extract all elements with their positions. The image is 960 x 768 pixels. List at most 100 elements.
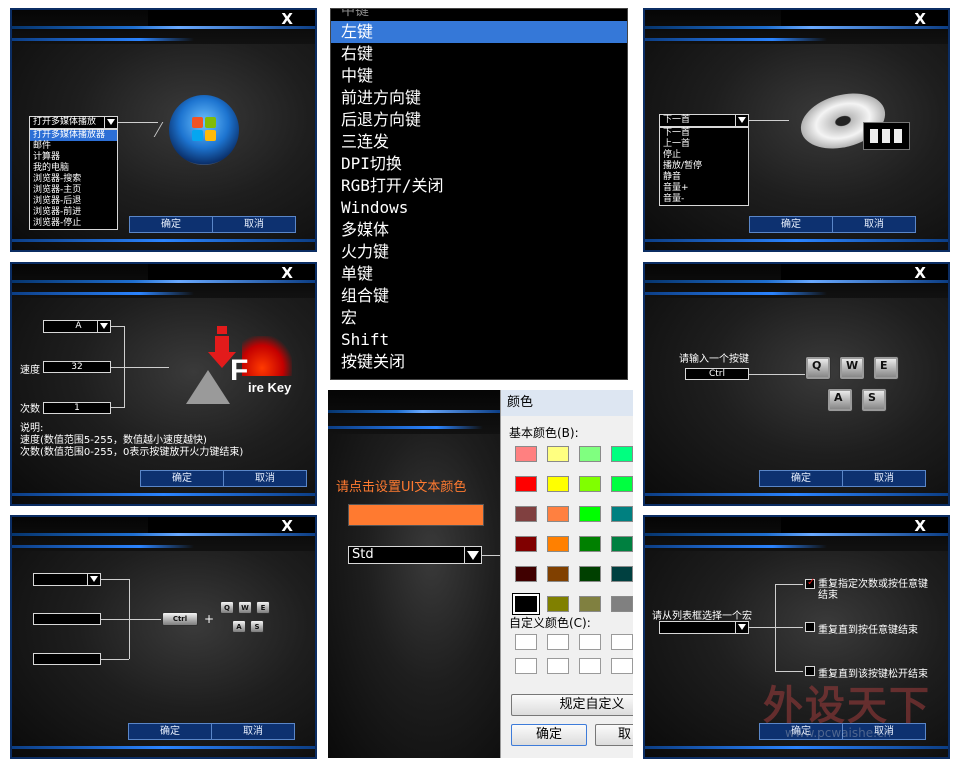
list-item[interactable]: 三连发 (331, 131, 627, 153)
chevron-down-icon[interactable] (738, 117, 746, 123)
basic-color-swatch[interactable] (579, 566, 601, 582)
basic-color-swatch[interactable] (515, 596, 537, 612)
dropdown-option[interactable]: 计算器 (30, 152, 117, 163)
combo-input-1[interactable] (33, 613, 101, 625)
fire-key-select[interactable]: A (43, 320, 111, 333)
list-item[interactable]: RGB打开/关闭 (331, 175, 627, 197)
cancel-button[interactable]: 取消 (224, 471, 306, 486)
close-button[interactable]: X (281, 10, 293, 28)
color-cancel-button[interactable]: 取 (595, 724, 633, 746)
custom-color-slot[interactable] (547, 658, 569, 674)
chevron-down-icon[interactable] (90, 576, 98, 582)
dropdown-option[interactable]: 浏览器-搜索 (30, 174, 117, 185)
basic-color-swatch[interactable] (611, 536, 633, 552)
cancel-button[interactable]: 取消 (843, 471, 925, 486)
basic-color-swatch[interactable] (611, 596, 633, 612)
list-item[interactable]: 前进方向键 (331, 87, 627, 109)
chevron-down-icon[interactable] (467, 551, 479, 560)
dropdown-option[interactable]: 打开多媒体播放器 (30, 130, 117, 141)
close-button[interactable]: X (914, 517, 926, 535)
basic-color-swatch[interactable] (547, 506, 569, 522)
chevron-down-icon[interactable] (107, 119, 115, 125)
list-item[interactable]: Shift (331, 329, 627, 351)
dropdown-option[interactable]: 播放/暂停 (660, 161, 748, 172)
repeat-until-key-checkbox[interactable] (805, 622, 815, 632)
custom-color-slot[interactable] (579, 634, 601, 650)
close-button[interactable]: X (281, 517, 293, 535)
basic-color-swatch[interactable] (515, 506, 537, 522)
dropdown-option[interactable]: 邮件 (30, 141, 117, 152)
list-item[interactable]: 中键 (331, 9, 627, 21)
dropdown-option[interactable]: 上一首 (660, 139, 748, 150)
basic-color-swatch[interactable] (579, 476, 601, 492)
speed-input[interactable]: 32 (43, 361, 111, 373)
track-action-dropdown[interactable]: 下一首 上一首 停止 播放/暂停 静音 音量+ 音量- (659, 127, 749, 206)
dropdown-option[interactable]: 浏览器-后退 (30, 196, 117, 207)
list-item[interactable]: 左键 (331, 21, 627, 43)
repeat-count-checkbox[interactable]: ✓ (805, 577, 815, 589)
list-item[interactable]: 中键 (331, 65, 627, 87)
basic-color-swatch[interactable] (547, 476, 569, 492)
color-ok-button[interactable]: 确定 (511, 724, 587, 746)
ok-button[interactable]: 确定 (760, 471, 843, 486)
dropdown-option[interactable]: 我的电脑 (30, 163, 117, 174)
ui-color-preview[interactable] (348, 504, 484, 526)
list-item[interactable]: 火力键 (331, 241, 627, 263)
count-input[interactable]: 1 (43, 402, 111, 414)
basic-color-swatch[interactable] (611, 566, 633, 582)
basic-color-swatch[interactable] (547, 566, 569, 582)
ok-button[interactable]: 确定 (750, 217, 833, 232)
ok-button[interactable]: 确定 (129, 724, 212, 739)
basic-color-swatch[interactable] (579, 536, 601, 552)
custom-color-slot[interactable] (611, 658, 633, 674)
media-action-dropdown[interactable]: 打开多媒体播放器 邮件 计算器 我的电脑 浏览器-搜索 浏览器-主页 浏览器-后… (29, 129, 118, 230)
modifier-select[interactable] (33, 573, 101, 586)
combo-input-2[interactable] (33, 653, 101, 665)
basic-color-swatch[interactable] (579, 446, 601, 462)
close-button[interactable]: X (281, 264, 293, 282)
ui-style-select[interactable]: Std (348, 546, 482, 564)
list-item[interactable]: 单键 (331, 263, 627, 285)
list-item[interactable]: DPI切换 (331, 153, 627, 175)
close-button[interactable]: X (914, 10, 926, 28)
media-action-select[interactable]: 打开多媒体播放 (29, 116, 118, 129)
basic-color-swatch[interactable] (547, 596, 569, 612)
basic-color-swatch[interactable] (547, 536, 569, 552)
dropdown-option[interactable]: 静音 (660, 172, 748, 183)
basic-color-swatch[interactable] (579, 506, 601, 522)
close-button[interactable]: X (914, 264, 926, 282)
macro-select[interactable] (659, 621, 749, 634)
dropdown-option[interactable]: 音量- (660, 194, 748, 205)
basic-color-swatch[interactable] (611, 506, 633, 522)
list-item[interactable]: 组合键 (331, 285, 627, 307)
dropdown-option[interactable]: 音量+ (660, 183, 748, 194)
custom-color-slot[interactable] (547, 634, 569, 650)
cancel-button[interactable]: 取消 (212, 724, 294, 739)
custom-color-slot[interactable] (611, 634, 633, 650)
dropdown-option[interactable]: 浏览器-前进 (30, 207, 117, 218)
list-item[interactable]: Windows (331, 197, 627, 219)
dropdown-option[interactable]: 停止 (660, 150, 748, 161)
dropdown-option[interactable]: 浏览器-停止 (30, 218, 117, 229)
chevron-down-icon[interactable] (100, 323, 108, 329)
dropdown-option[interactable]: 下一首 (660, 128, 748, 139)
list-item[interactable]: 按键关闭 (331, 351, 627, 373)
cancel-button[interactable]: 取消 (213, 217, 295, 232)
custom-color-slot[interactable] (515, 634, 537, 650)
track-action-select[interactable]: 下一首 (659, 114, 749, 127)
list-item[interactable]: 后退方向键 (331, 109, 627, 131)
list-item[interactable]: 多媒体 (331, 219, 627, 241)
basic-color-swatch[interactable] (579, 596, 601, 612)
chevron-down-icon[interactable] (738, 624, 746, 630)
basic-color-swatch[interactable] (611, 476, 633, 492)
basic-color-swatch[interactable] (611, 446, 633, 462)
key-function-list[interactable]: 中键 左键 右键 中键 前进方向键 后退方向键 三连发 DPI切换 RGB打开/… (330, 8, 628, 380)
key-input[interactable]: Ctrl (685, 368, 749, 380)
define-custom-colors-button[interactable]: 规定自定义 (511, 694, 633, 716)
dropdown-option[interactable]: 浏览器-主页 (30, 185, 117, 196)
ok-button[interactable]: 确定 (130, 217, 213, 232)
basic-color-swatch[interactable] (515, 476, 537, 492)
ok-button[interactable]: 确定 (141, 471, 224, 486)
basic-color-swatch[interactable] (547, 446, 569, 462)
cancel-button[interactable]: 取消 (833, 217, 915, 232)
